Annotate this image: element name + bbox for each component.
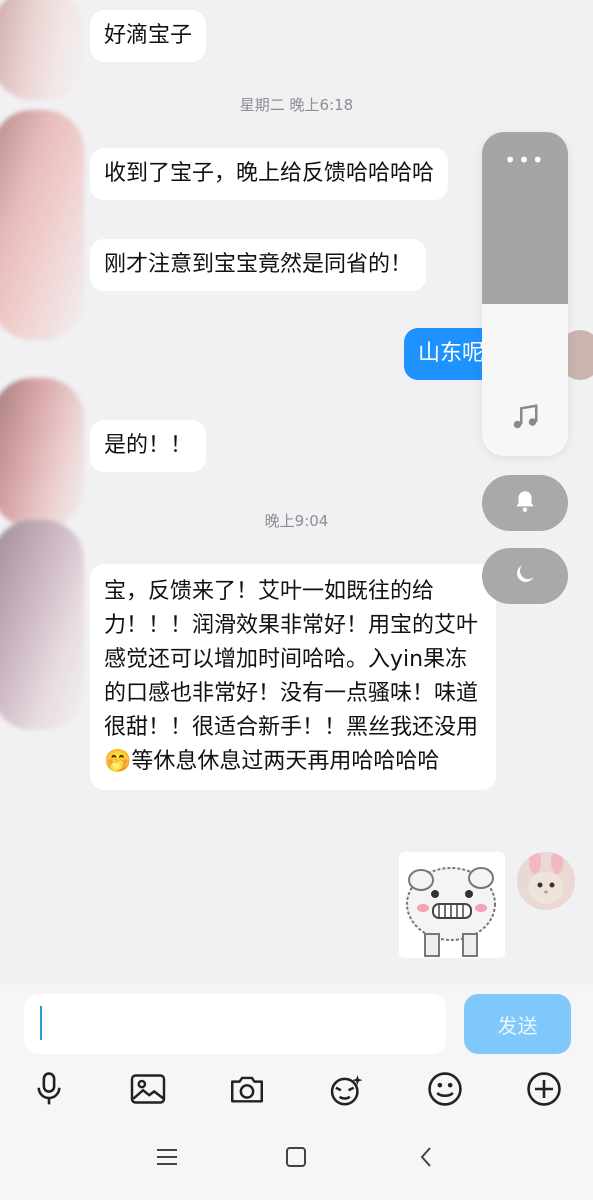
message-bubble[interactable]: 收到了宝子，晚上给反馈哈哈哈哈 <box>90 148 449 200</box>
music-note-icon <box>482 402 568 440</box>
volume-slider[interactable]: ••• <box>482 132 568 456</box>
back-icon[interactable] <box>404 1135 448 1179</box>
contact-avatar-blurred[interactable] <box>0 378 84 528</box>
message-timestamp: 星期二 晚上6:18 <box>239 96 354 114</box>
moon-icon <box>512 561 538 591</box>
contact-avatar-blurred[interactable] <box>0 110 84 340</box>
input-bar: 发送 <box>0 985 593 1200</box>
home-icon[interactable] <box>274 1135 318 1179</box>
chat-area[interactable]: 好滴宝子 星期二 晚上6:18 收到了宝子，晚上给反馈哈哈哈哈 刚才注意到宝宝竟… <box>0 0 593 985</box>
message-bubble[interactable]: 刚才注意到宝宝竟然是同省的！ <box>90 239 427 291</box>
contact-avatar-blurred[interactable] <box>0 520 84 730</box>
text-caret <box>40 1006 42 1040</box>
microphone-icon[interactable] <box>27 1067 71 1111</box>
message-bubble[interactable]: 宝，反馈来了！艾叶一如既往的给力！！！润滑效果非常好！用宝的艾叶感觉还可以增加时… <box>90 564 496 790</box>
contact-avatar-blurred[interactable] <box>0 0 84 100</box>
sticker-image[interactable] <box>399 852 505 958</box>
smiley-icon[interactable] <box>423 1067 467 1111</box>
emoji-sticker-icon[interactable] <box>324 1067 368 1111</box>
more-dots-icon[interactable]: ••• <box>482 148 568 172</box>
menu-icon[interactable] <box>145 1135 189 1179</box>
message-bubble[interactable]: 好滴宝子 <box>90 10 207 62</box>
plus-circle-icon[interactable] <box>522 1067 566 1111</box>
do-not-disturb-button[interactable] <box>482 548 568 604</box>
camera-icon[interactable] <box>225 1067 269 1111</box>
my-avatar[interactable] <box>517 852 575 910</box>
send-button[interactable]: 发送 <box>464 994 571 1054</box>
message-bubble[interactable]: 是的！！ <box>90 420 207 472</box>
image-icon[interactable] <box>126 1067 170 1111</box>
message-input[interactable] <box>24 994 446 1054</box>
bell-icon <box>512 488 538 518</box>
ringer-button[interactable] <box>482 475 568 531</box>
